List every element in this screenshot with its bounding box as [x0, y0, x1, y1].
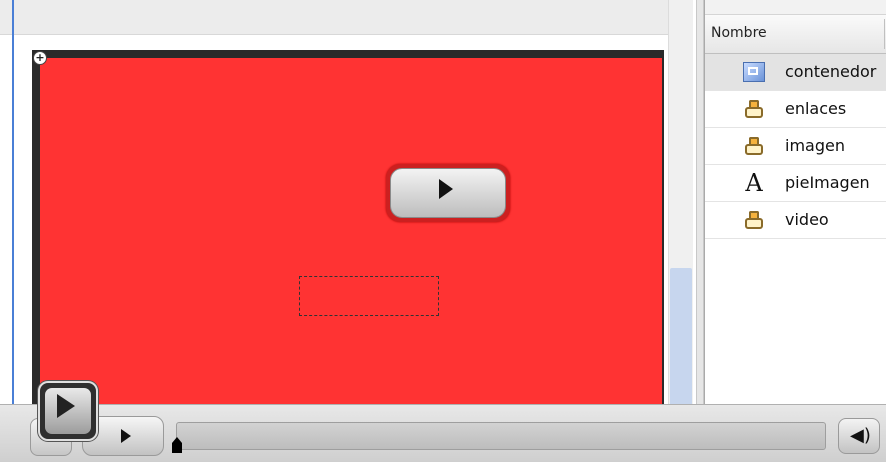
center-play-button[interactable]	[386, 164, 510, 222]
hand-icon	[743, 136, 765, 156]
list-item[interactable]: A pieImagen	[705, 165, 886, 202]
list-item[interactable]: contenedor	[705, 54, 886, 91]
stage-left-edge	[12, 0, 14, 410]
list-item[interactable]: video	[705, 202, 886, 239]
play-icon	[121, 429, 131, 443]
movieclip-frame-icon	[743, 62, 765, 82]
column-header-name[interactable]: Nombre	[705, 14, 886, 54]
list-item[interactable]: enlaces	[705, 91, 886, 128]
play-icon	[439, 179, 453, 199]
stage-area: +	[0, 0, 696, 461]
list-item-label: contenedor	[785, 62, 877, 81]
text-icon: A	[745, 169, 763, 197]
list-item-label: imagen	[785, 136, 845, 155]
seek-bar[interactable]	[176, 422, 826, 450]
play-icon	[57, 394, 75, 418]
stage-top-bar	[0, 0, 668, 35]
volume-button[interactable]: ◀)	[838, 418, 880, 454]
speaker-icon: ◀)	[850, 425, 871, 446]
panel-splitter[interactable]	[696, 0, 704, 410]
large-play-button[interactable]	[38, 381, 98, 441]
list-item-label: enlaces	[785, 99, 847, 118]
list-item[interactable]: imagen	[705, 128, 886, 165]
plus-icon[interactable]: +	[33, 51, 47, 65]
video-player-surface[interactable]	[40, 58, 662, 410]
vertical-scrollbar[interactable]	[668, 0, 693, 410]
hand-icon	[743, 99, 765, 119]
hand-icon	[743, 210, 765, 230]
column-header-label: Nombre	[711, 25, 767, 41]
list-item-label: pieImagen	[785, 173, 870, 192]
seek-handle[interactable]	[172, 437, 182, 453]
selection-placeholder-box[interactable]	[299, 276, 439, 316]
library-panel: Nombre contenedor enlaces imagen A pieIm…	[704, 0, 886, 404]
list-item-label: video	[785, 210, 829, 229]
vertical-scrollbar-thumb[interactable]	[670, 268, 692, 410]
